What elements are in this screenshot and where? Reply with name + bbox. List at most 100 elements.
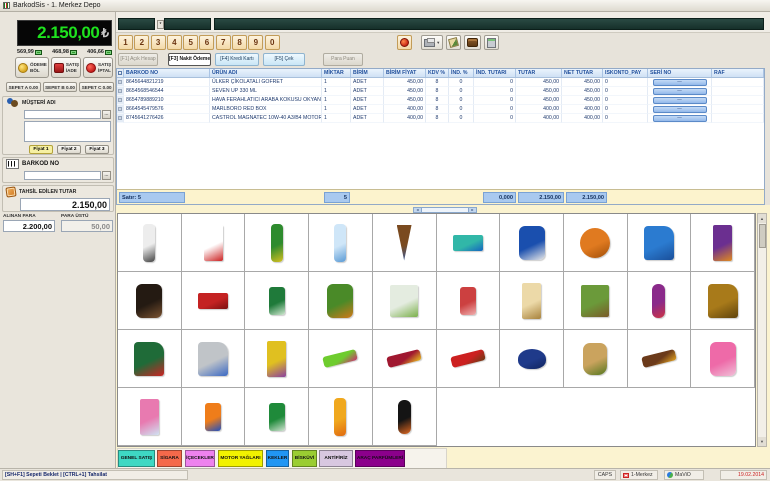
column-header[interactable]: ISKONTO_PAY bbox=[603, 69, 648, 77]
customer-input[interactable] bbox=[24, 110, 101, 119]
printer-button[interactable]: ▼ bbox=[421, 35, 443, 50]
category-arac-parfumleri[interactable]: ARAÇ PARFÜMLERİ bbox=[355, 450, 405, 467]
product-cell[interactable] bbox=[245, 388, 309, 446]
product-cell[interactable] bbox=[182, 214, 246, 272]
product-cell[interactable] bbox=[500, 272, 564, 330]
product-cell[interactable] bbox=[373, 214, 437, 272]
seri-button[interactable]: — bbox=[653, 115, 707, 122]
category-kekler[interactable]: KEKLER bbox=[266, 450, 289, 467]
product-cell[interactable] bbox=[309, 214, 373, 272]
vertical-scroll-track[interactable] bbox=[758, 223, 766, 437]
row-selector[interactable] bbox=[117, 96, 124, 105]
product-cell[interactable] bbox=[245, 214, 309, 272]
product-cell[interactable] bbox=[182, 272, 246, 330]
received-amount-input[interactable]: 2.200,00 bbox=[3, 220, 55, 232]
row-selector[interactable] bbox=[117, 87, 124, 96]
column-header[interactable]: MİKTAR bbox=[322, 69, 351, 77]
product-cell[interactable] bbox=[437, 214, 501, 272]
sale-tab-2[interactable] bbox=[164, 18, 211, 30]
digit-key[interactable]: 8 bbox=[232, 35, 247, 50]
product-cell[interactable] bbox=[628, 330, 692, 388]
seri-button[interactable]: — bbox=[653, 106, 707, 113]
produce-key[interactable] bbox=[397, 35, 412, 50]
scroll-up-icon[interactable]: ▲ bbox=[758, 214, 766, 223]
column-header[interactable]: RAF bbox=[712, 69, 764, 77]
sale-tab[interactable] bbox=[118, 18, 155, 30]
seri-button[interactable]: — bbox=[653, 97, 707, 104]
pos-device-button[interactable] bbox=[484, 35, 499, 50]
price-level-2-button[interactable]: Fiyat 2 bbox=[57, 145, 81, 154]
column-header[interactable]: KDV % bbox=[426, 69, 449, 77]
table-row[interactable]: 8654789889210 HAVA FERAHLATICI ARABA KOK… bbox=[117, 96, 764, 105]
digit-key[interactable]: 0 bbox=[265, 35, 280, 50]
price-level-3-button[interactable]: Fiyat 3 bbox=[85, 145, 109, 154]
cash-payment-button[interactable]: [F3] Nakit Ödeme bbox=[168, 53, 211, 66]
product-cell[interactable] bbox=[691, 214, 755, 272]
product-cell[interactable] bbox=[437, 330, 501, 388]
column-header[interactable]: İND. TUTARI bbox=[474, 69, 516, 77]
product-cell[interactable] bbox=[500, 214, 564, 272]
barcode-browse-button[interactable]: ... bbox=[102, 171, 111, 180]
column-header[interactable]: BARKOD NO bbox=[124, 69, 210, 77]
digit-key[interactable]: 3 bbox=[151, 35, 166, 50]
digit-key[interactable]: 7 bbox=[216, 35, 231, 50]
action-button[interactable]: ÖDEME BÖL bbox=[15, 57, 49, 78]
product-cell[interactable] bbox=[245, 330, 309, 388]
product-cell[interactable] bbox=[500, 330, 564, 388]
category-antifiriz[interactable]: ANTİFİRİZ bbox=[319, 450, 353, 467]
customer-listbox[interactable] bbox=[24, 121, 111, 142]
product-cell[interactable] bbox=[118, 272, 182, 330]
column-header[interactable]: TUTAR bbox=[516, 69, 562, 77]
product-cell[interactable] bbox=[118, 330, 182, 388]
product-cell[interactable] bbox=[373, 388, 437, 446]
row-selector[interactable] bbox=[117, 114, 124, 123]
product-cell[interactable] bbox=[373, 330, 437, 388]
scroll-thumb[interactable] bbox=[759, 224, 766, 248]
product-cell[interactable] bbox=[245, 272, 309, 330]
product-cell[interactable] bbox=[691, 330, 755, 388]
open-account-button[interactable]: [F1] Açık Hesap bbox=[118, 53, 158, 66]
digit-key[interactable]: 4 bbox=[167, 35, 182, 50]
credit-card-button[interactable]: [F4] Kredi Kartı bbox=[215, 53, 259, 66]
row-selector[interactable] bbox=[117, 105, 124, 114]
product-cell[interactable] bbox=[309, 330, 373, 388]
new-sale-tab-button[interactable]: * bbox=[157, 20, 164, 29]
table-row[interactable]: 8664545479576 MARLBORO RED BOX 1 ADET 40… bbox=[117, 105, 764, 114]
product-cell[interactable] bbox=[182, 388, 246, 446]
category-icecekler[interactable]: İÇECEKLER bbox=[185, 450, 215, 467]
basket-button[interactable]: SEPET B 0.00 bbox=[43, 82, 78, 92]
barcode-input[interactable] bbox=[24, 171, 101, 180]
product-cell[interactable] bbox=[118, 214, 182, 272]
column-header[interactable]: ÜRÜN ADI bbox=[210, 69, 322, 77]
product-cell[interactable] bbox=[437, 272, 501, 330]
loyalty-points-button[interactable]: Para Puan bbox=[323, 53, 363, 66]
digit-key[interactable]: 6 bbox=[199, 35, 214, 50]
wallet-button[interactable] bbox=[464, 35, 481, 50]
column-header[interactable]: İND. % bbox=[449, 69, 474, 77]
category-genel-satis[interactable]: GENEL SATIŞ bbox=[118, 450, 155, 467]
digit-key[interactable]: 5 bbox=[183, 35, 198, 50]
category-sigara[interactable]: SİGARA bbox=[157, 450, 182, 467]
category-biskuvi[interactable]: BİSKÜVİ bbox=[292, 450, 317, 467]
table-row[interactable]: 8645644821219 ÜLKER ÇİKOLATALI GOFRET 1 … bbox=[117, 78, 764, 87]
product-cell[interactable] bbox=[564, 272, 628, 330]
product-cell[interactable] bbox=[628, 214, 692, 272]
digit-key[interactable]: 9 bbox=[248, 35, 263, 50]
table-row[interactable]: 8654568546544 SEVEN UP 330 ML 1 ADET 450… bbox=[117, 87, 764, 96]
basket-button[interactable]: SEPET A 0.00 bbox=[6, 82, 41, 92]
category-motor-yaglari[interactable]: MOTOR YAĞLARI bbox=[218, 450, 263, 467]
vertical-scrollbar[interactable]: ▲ ▼ bbox=[757, 213, 767, 447]
seri-button[interactable]: — bbox=[653, 88, 707, 95]
digit-key[interactable]: 2 bbox=[134, 35, 149, 50]
column-header[interactable]: NET TUTAR bbox=[562, 69, 603, 77]
table-row[interactable]: 8745641276426 CASTROL MAGNATEC 10W-40 A3… bbox=[117, 114, 764, 123]
clear-button[interactable] bbox=[446, 35, 461, 50]
price-level-1-button[interactable]: Fiyat 1 bbox=[29, 145, 53, 154]
horizontal-scroll-track[interactable] bbox=[421, 208, 469, 212]
digit-key[interactable]: 1 bbox=[118, 35, 133, 50]
scroll-right-icon[interactable]: ► bbox=[469, 208, 476, 212]
action-button[interactable]: SATIŞ İPTAL bbox=[83, 57, 113, 78]
basket-button[interactable]: SEPET C 0.00 bbox=[79, 82, 114, 92]
column-header[interactable]: BİRİM FİYAT bbox=[384, 69, 426, 77]
seri-button[interactable]: — bbox=[653, 79, 707, 86]
